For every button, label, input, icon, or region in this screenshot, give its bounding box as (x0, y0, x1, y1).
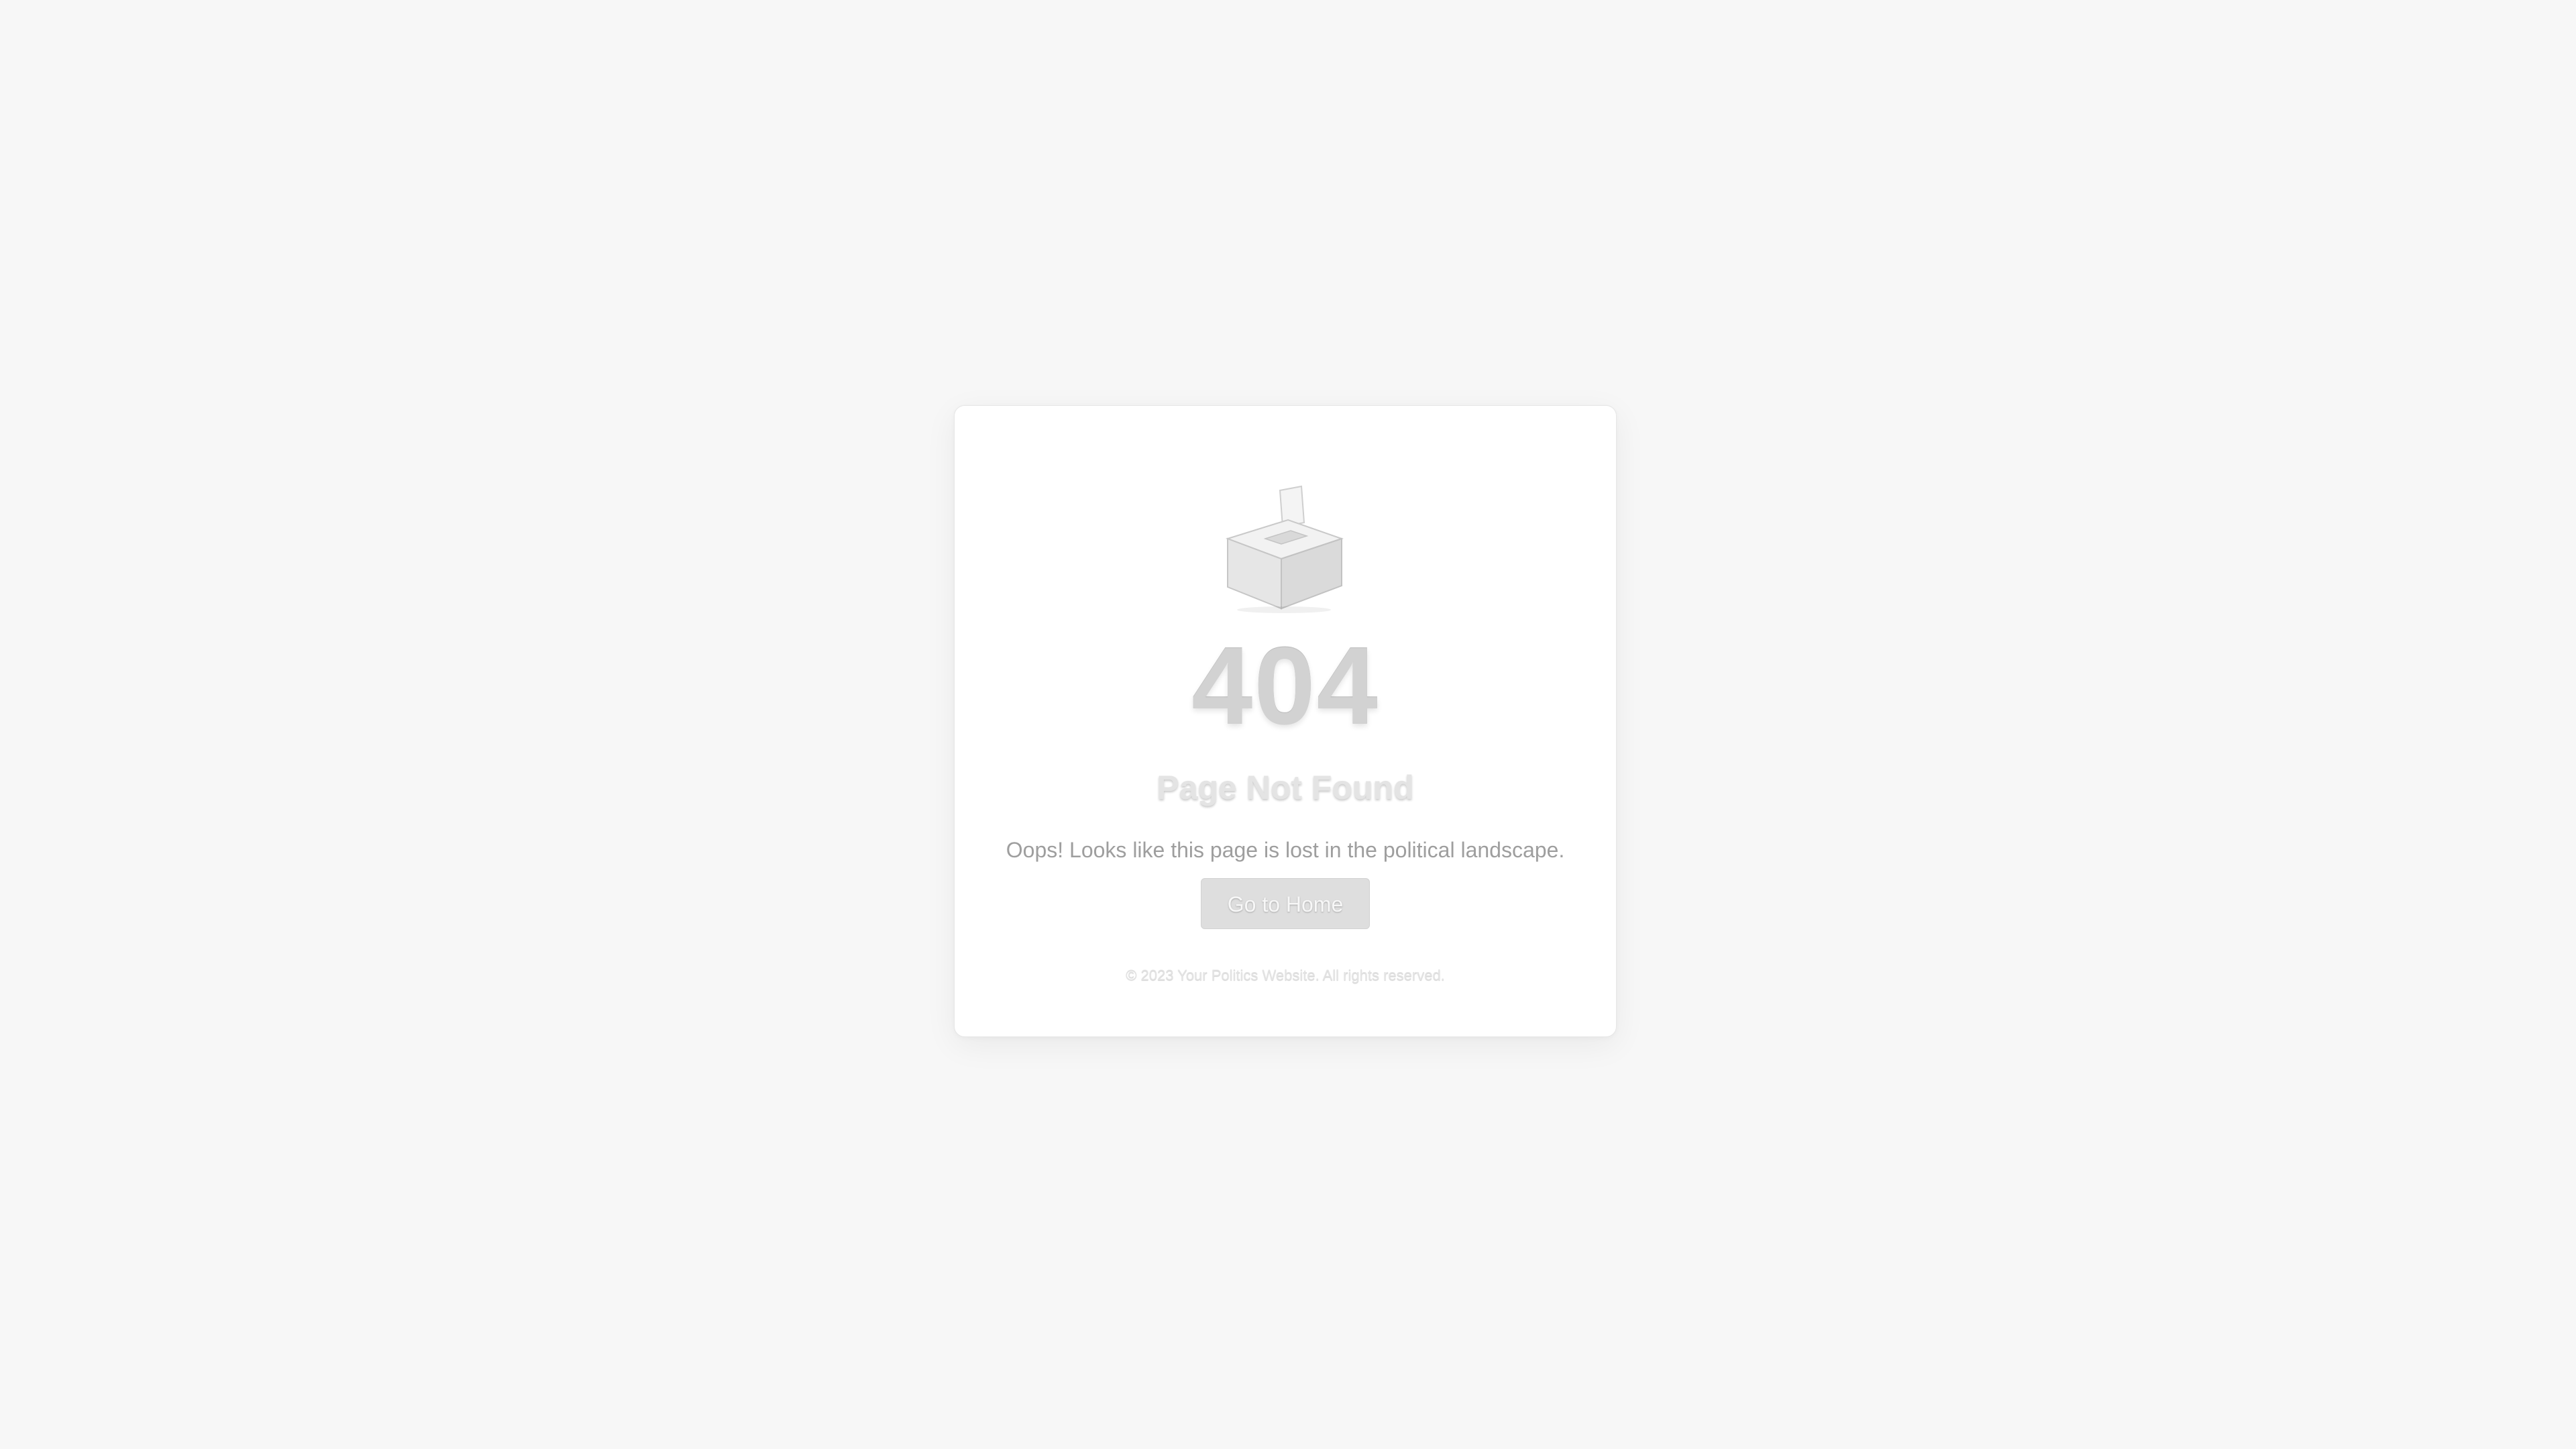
go-to-home-button[interactable]: Go to Home (1201, 878, 1370, 929)
error-code: 404 (1191, 625, 1379, 747)
page-title: Page Not Found (1157, 769, 1414, 806)
ballot-box-icon (1218, 481, 1352, 615)
error-card: 404 Page Not Found Oops! Looks like this… (954, 405, 1617, 1037)
error-message: Oops! Looks like this page is lost in th… (1006, 838, 1565, 862)
footer-copyright: © 2023 Your Politics Website. All rights… (1126, 967, 1445, 983)
